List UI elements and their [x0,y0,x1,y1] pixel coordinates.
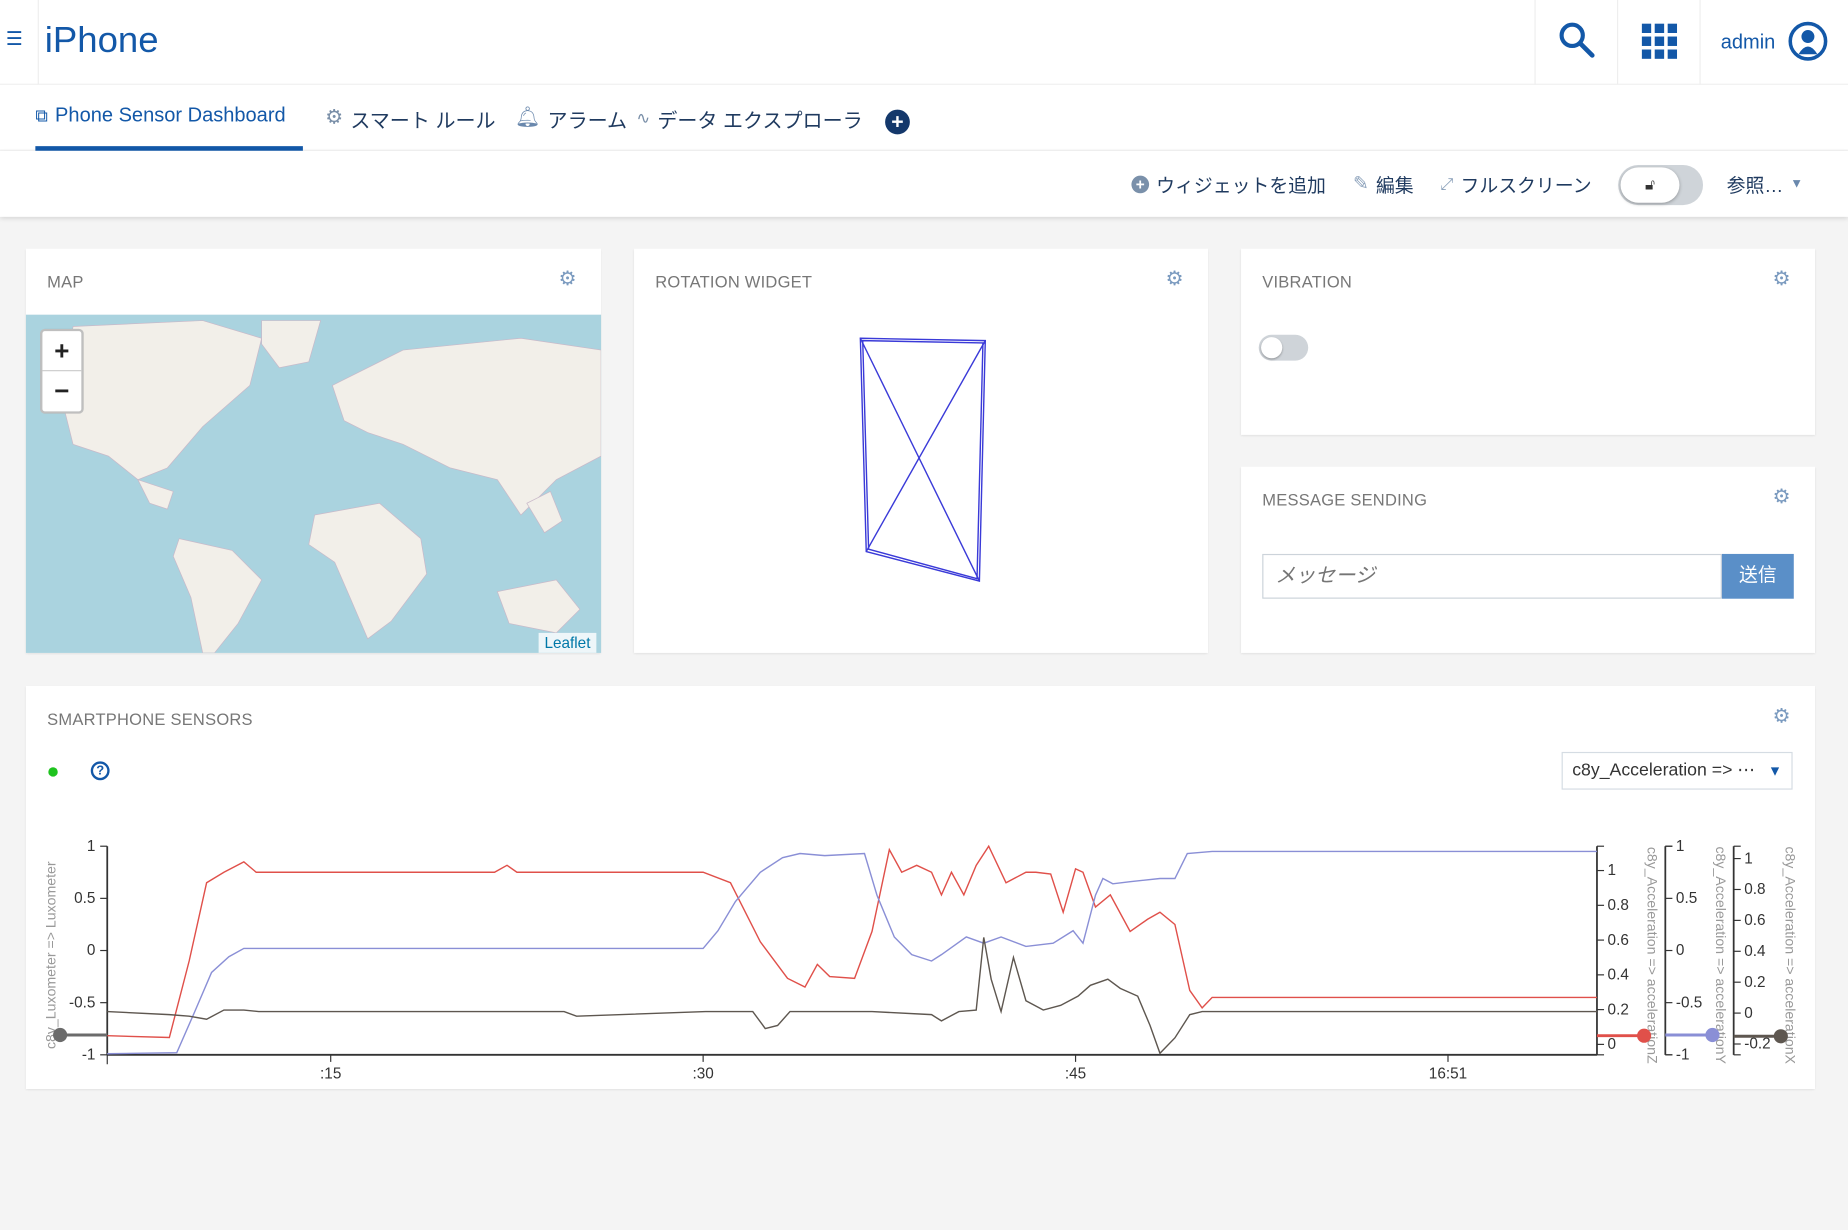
y-tick-label: 0.5 [1676,890,1697,907]
y-tick-label: -0.5 [1676,994,1702,1011]
y-tick-label: 0.2 [1744,974,1765,991]
y-tick-label: 0.8 [1608,897,1629,914]
x-tick-label: :15 [320,1065,341,1082]
y-axis-title-lux: c8y_Luxometer => Luxometer [42,861,58,1049]
sensor-chart: :15 :30 :45 16:51 1 0.5 0 -0.5 -1 c8y_Luxometer =… [42,838,1798,1082]
y-tick-label: 1 [1744,850,1753,867]
y-tick-label: 1 [1608,862,1617,879]
y-tick-label: 0.6 [1744,912,1765,929]
y-tick-label: -1 [1676,1047,1690,1064]
y-tick-label: 0.2 [1608,1001,1629,1018]
x-tick-label: :45 [1065,1065,1086,1082]
y-tick-label: 1 [87,838,96,855]
y-tick-label: 0.4 [1744,943,1766,960]
marker-handle-lux[interactable] [53,1027,68,1043]
y-tick-label: 0 [1676,942,1685,959]
y-tick-label: 0.5 [74,890,95,907]
series-line-x [107,937,1597,1055]
y-tick-label: 0 [1744,1005,1753,1022]
y-tick-label: 0 [1608,1036,1617,1053]
marker-handle-z[interactable] [1637,1028,1652,1043]
series-line-y [107,850,1597,1055]
y-tick-label: 0.8 [1744,881,1765,898]
x-tick-label: :30 [692,1065,713,1082]
y-tick-label: 0 [87,942,96,959]
y-tick-label: -1 [82,1047,96,1064]
y-tick-label: 0.6 [1608,932,1629,949]
series-line-z [107,844,1597,1039]
y-tick-label: 1 [1676,838,1685,855]
y-tick-label: -0.2 [1744,1036,1770,1053]
y-tick-label: 0.4 [1608,967,1630,984]
x-tick-label: 16:51 [1429,1065,1467,1082]
y-tick-label: -0.5 [69,994,95,1011]
marker-handle-x[interactable] [1773,1029,1788,1044]
marker-handle-y[interactable] [1705,1027,1720,1043]
